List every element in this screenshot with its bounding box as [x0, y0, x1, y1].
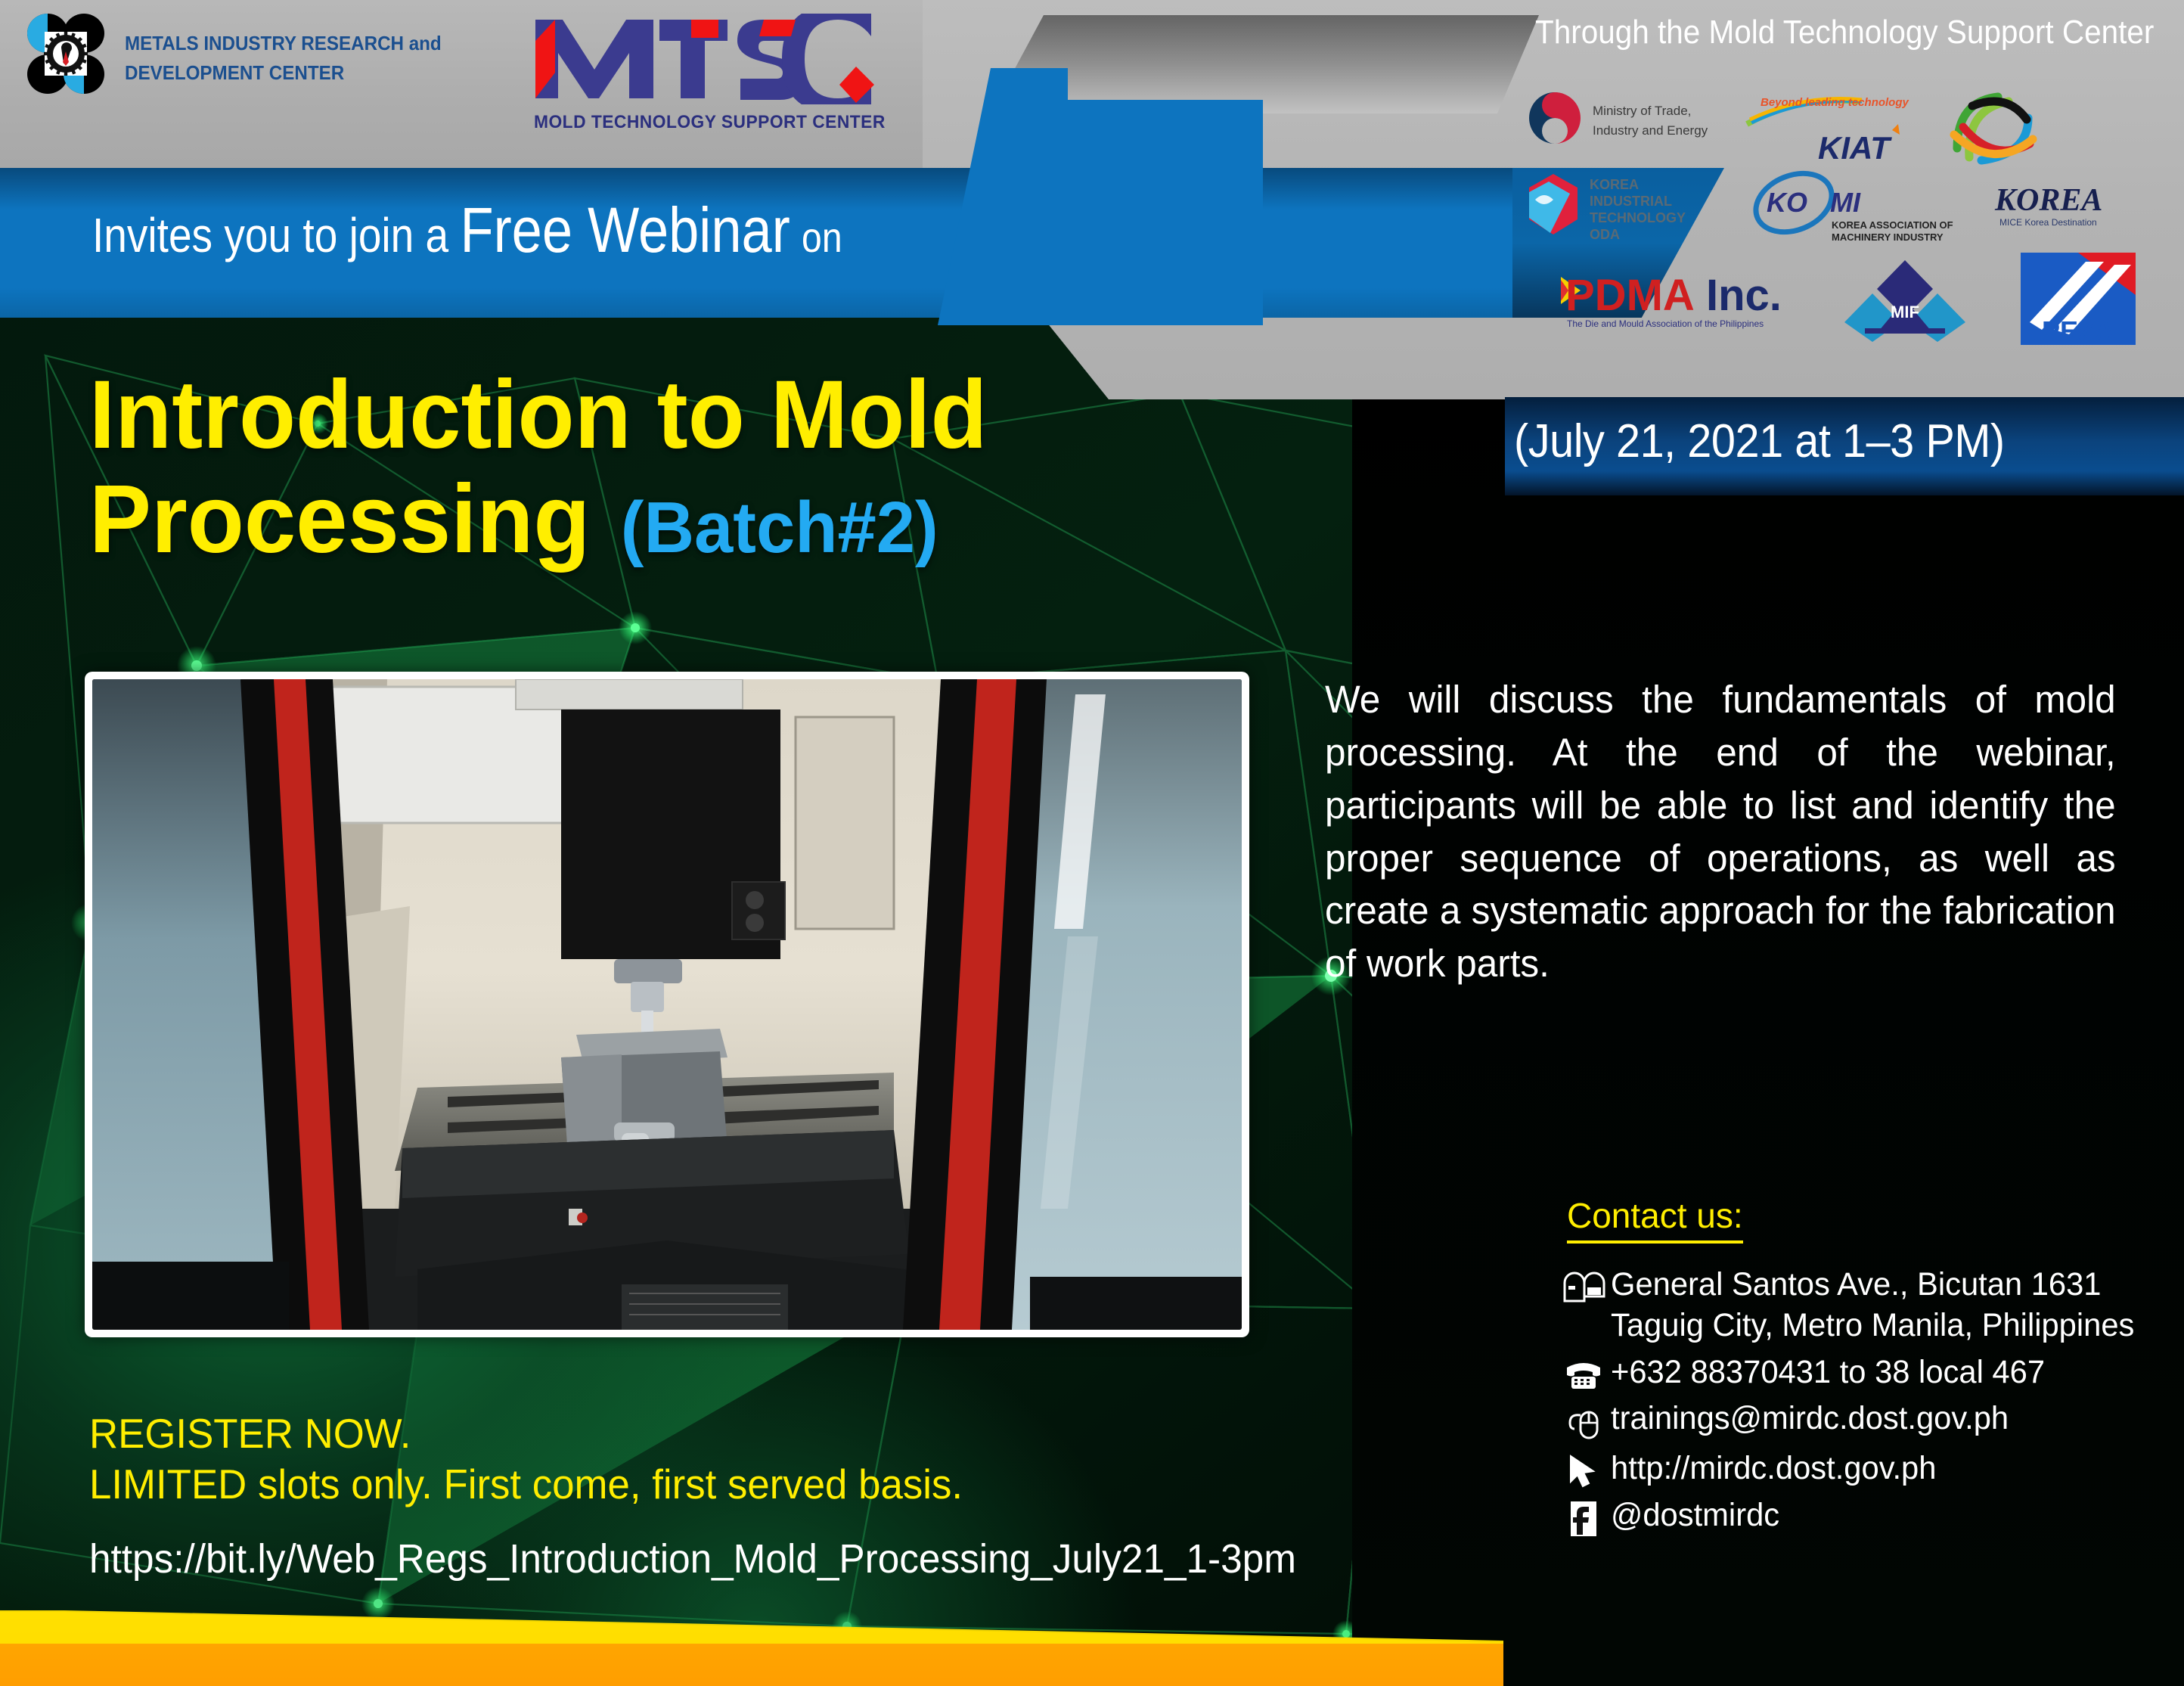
machine-photo	[92, 679, 1242, 1330]
contact-list: General Santos Ave., Bicutan 1631 Taguig…	[1556, 1265, 2184, 1544]
svg-text:KOREA ASSOCIATION OF: KOREA ASSOCIATION OF	[1832, 219, 1953, 231]
register-line-1: REGISTER NOW.	[89, 1410, 411, 1457]
registration-callout: REGISTER NOW. LIMITED slots only. First …	[89, 1408, 999, 1510]
title-line-2: Processing	[89, 465, 591, 574]
machine-photo-frame	[85, 672, 1249, 1337]
invite-highlight: Free Webinar	[460, 194, 790, 265]
partner-logos: Ministry of Trade, Industry and Energy B…	[1520, 82, 2178, 377]
svg-text:MI: MI	[1830, 187, 1861, 218]
contact-row-phone: +632 88370431 to 38 local 467	[1556, 1352, 2184, 1393]
invite-prefix: Invites you to join a	[92, 208, 449, 262]
svg-text:PDMA: PDMA	[1565, 271, 1695, 320]
contact-heading: Contact us:	[1567, 1195, 1743, 1244]
partner-logo-korea-ribbon	[1940, 82, 2046, 171]
svg-text:Ministry of Trade,: Ministry of Trade,	[1593, 104, 1691, 118]
title-line-1: Introduction to Mold	[89, 361, 988, 469]
title-batch: (Batch#2)	[620, 487, 938, 569]
mirdc-name: METALS INDUSTRY RESEARCH and DEVELOPMENT…	[125, 29, 442, 88]
contact-row-address: General Santos Ave., Bicutan 1631 Taguig…	[1556, 1265, 2184, 1346]
svg-text:Beyond leading technology: Beyond leading technology	[1761, 96, 1909, 109]
svg-text:INDUSTRIAL: INDUSTRIAL	[1590, 194, 1672, 209]
invite-suffix: on	[802, 213, 842, 261]
facebook-icon	[1556, 1495, 1611, 1538]
through-center-text: Through the Mold Technology Support Cent…	[1535, 14, 2155, 51]
svg-text:KOREA: KOREA	[1994, 183, 2102, 218]
webinar-date: (July 21, 2021 at 1–3 PM)	[1514, 415, 2005, 467]
mouse-icon	[1556, 1399, 1611, 1442]
mirdc-logo	[21, 12, 110, 95]
svg-text:KOREA: KOREA	[1590, 177, 1639, 192]
contact-row-website: http://mirdc.dost.gov.ph	[1556, 1448, 2184, 1489]
registration-url[interactable]: https://bit.ly/Web_Regs_Introduction_Mol…	[89, 1535, 1296, 1582]
contact-phone[interactable]: +632 88370431 to 38 local 467	[1611, 1352, 2045, 1393]
svg-text:The Die and Mould Association: The Die and Mould Association of the Phi…	[1567, 318, 1764, 329]
partner-logo-motie: Ministry of Trade, Industry and Energy	[1520, 82, 1732, 157]
contact-website[interactable]: http://mirdc.dost.gov.ph	[1611, 1448, 1936, 1489]
telephone-icon	[1556, 1352, 1611, 1392]
partner-logo-kiat: Beyond leading technology KIAT	[1744, 86, 1933, 169]
svg-text:KIAT: KIAT	[1818, 130, 1892, 166]
svg-text:MICE Korea Destination: MICE Korea Destination	[1999, 217, 2097, 228]
mtsc-logo	[529, 5, 877, 113]
svg-text:MIF: MIF	[1891, 303, 1919, 321]
svg-text:TECHNOLOGY: TECHNOLOGY	[1590, 210, 1686, 225]
webinar-poster: METALS INDUSTRY RESEARCH and DEVELOPMENT…	[0, 0, 2184, 1686]
partner-logo-pdma: PDMA Inc. The Die and Mould Association …	[1558, 260, 1807, 336]
contact-address[interactable]: General Santos Ave., Bicutan 1631 Taguig…	[1611, 1265, 2167, 1346]
svg-text:Inc.: Inc.	[1706, 271, 1782, 320]
partner-logo-koica: KOREA INDUSTRIAL TECHNOLOGY ODA	[1520, 169, 1739, 245]
svg-text:Industry and Energy: Industry and Energy	[1593, 123, 1708, 138]
mtsc-subtitle: MOLD TECHNOLOGY SUPPORT CENTER	[534, 112, 886, 132]
invite-headline: Invites you to join a Free Webinar on	[92, 198, 842, 262]
mailbox-icon	[1556, 1265, 1611, 1304]
mirdc-name-line2: DEVELOPMENT CENTER	[125, 61, 345, 84]
contact-email[interactable]: trainings@mirdc.dost.gov.ph	[1611, 1399, 2009, 1439]
svg-text:PEZA: PEZA	[2042, 315, 2114, 346]
partner-logo-peza: PEZA	[2004, 250, 2155, 348]
partner-logo-korea-script: KOREA MICE Korea Destination	[1989, 175, 2155, 236]
svg-text:MACHINERY INDUSTRY: MACHINERY INDUSTRY	[1832, 231, 1944, 243]
mirdc-name-line1: METALS INDUSTRY RESEARCH and	[125, 32, 442, 54]
title-line-2-wrap: Processing (Batch#2)	[89, 467, 988, 572]
contact-row-email: trainings@mirdc.dost.gov.ph	[1556, 1399, 2184, 1442]
contact-row-facebook: @dostmirdc	[1556, 1495, 2184, 1538]
register-line-2: LIMITED slots only. First come, first se…	[89, 1461, 963, 1508]
svg-text:KO: KO	[1767, 187, 1807, 218]
partner-logo-mif: MIF	[1826, 253, 1984, 343]
cursor-icon	[1556, 1448, 1611, 1489]
contact-facebook[interactable]: @dostmirdc	[1611, 1495, 1779, 1536]
partner-logo-komi: KO MI KOREA ASSOCIATION OF MACHINERY IND…	[1747, 165, 1974, 247]
webinar-description: We will discuss the fundamentals of mold…	[1325, 678, 2116, 986]
page-title: Introduction to Mold Processing (Batch#2)	[89, 361, 1025, 572]
svg-text:ODA: ODA	[1590, 227, 1620, 242]
